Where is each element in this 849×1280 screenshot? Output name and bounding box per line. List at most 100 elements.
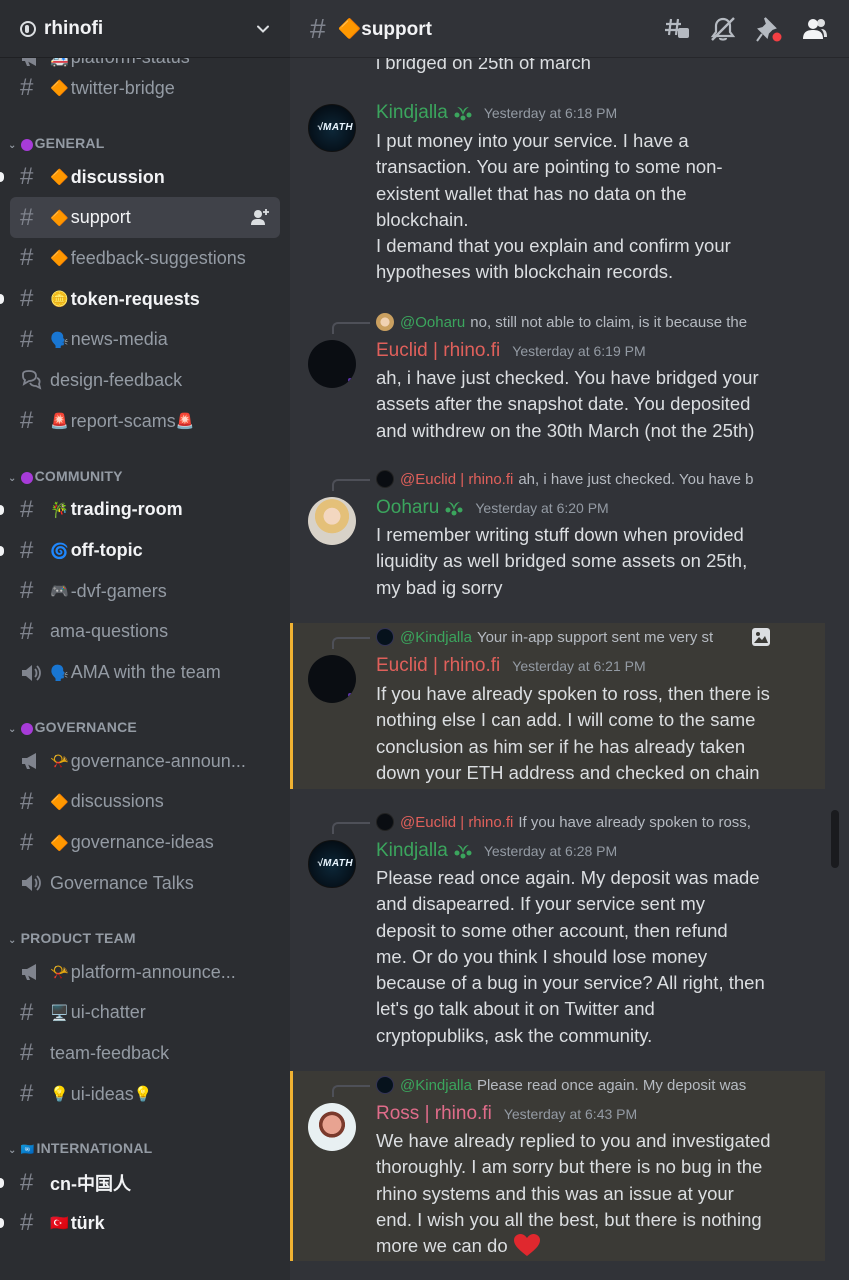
channel-title: 🔶support bbox=[337, 18, 432, 40]
category-international[interactable]: ⌄ 🇺🇳 INTERNATIONAL bbox=[0, 1114, 290, 1162]
reply-preview[interactable]: @Ooharu no, still not able to claim, is … bbox=[376, 312, 768, 332]
sidebar-item-ama-with-the-team[interactable]: 🗣️ AMA with the team bbox=[10, 652, 280, 693]
reply-avatar bbox=[376, 628, 394, 646]
hash-icon: # bbox=[20, 536, 34, 564]
author-name[interactable]: Kindjalla bbox=[376, 840, 448, 862]
sidebar-item-ui-chatter[interactable]: # 🖥️ ui-chatter bbox=[10, 992, 280, 1033]
reply-preview[interactable]: @Kindjalla Your in-app support sent me v… bbox=[376, 627, 771, 647]
sidebar-item-off-topic[interactable]: # 🌀 off-topic bbox=[0, 530, 280, 571]
scrollbar-thumb[interactable] bbox=[831, 810, 839, 868]
category-product-team[interactable]: ⌄ PRODUCT TEAM bbox=[0, 904, 290, 952]
sidebar-item-design-feedback[interactable]: design-feedback bbox=[10, 360, 280, 401]
hash-icon: # bbox=[20, 407, 34, 435]
channel-label: governance-announ... bbox=[70, 750, 246, 771]
avatar[interactable] bbox=[308, 1103, 356, 1151]
reply-preview[interactable]: @Euclid | rhino.fi If you have already s… bbox=[376, 812, 768, 832]
author-name[interactable]: Euclid | rhino.fi bbox=[376, 655, 500, 677]
sidebar-item-token-requests[interactable]: # 🪙 token-requests bbox=[0, 279, 280, 320]
author-name[interactable]: Euclid | rhino.fi bbox=[376, 340, 500, 362]
sidebar-item-report-scams[interactable]: # 🚨 report-scams 🚨 bbox=[10, 401, 280, 442]
sidebar-item-governance-ideas[interactable]: # 🔶 governance-ideas bbox=[10, 822, 280, 863]
message-body: I remember writing stuff down when provi… bbox=[376, 524, 748, 598]
channel-label: platform-announce... bbox=[70, 961, 236, 982]
category-label: PRODUCT TEAM bbox=[20, 929, 136, 946]
hash-icon: # bbox=[20, 163, 34, 191]
channel-sidebar: 🚑platform-status#🔶twitter-bridge⌄GENERAL… bbox=[0, 0, 290, 1280]
message-body: Please read once again. My deposit was m… bbox=[376, 867, 765, 1046]
avatar[interactable]: √MATH bbox=[308, 104, 356, 152]
sidebar-item-trading-room[interactable]: # 🎋 trading-room bbox=[0, 490, 280, 531]
hash-icon: # bbox=[20, 787, 34, 815]
avatar[interactable] bbox=[308, 340, 356, 388]
channel-label: design-feedback bbox=[50, 369, 183, 390]
hash-icon: # bbox=[20, 1080, 34, 1108]
sidebar-item-news-media[interactable]: # 🗣️ news-media bbox=[10, 319, 280, 360]
category-label: GOVERNANCE bbox=[34, 718, 137, 735]
chevron-down-icon: ⌄ bbox=[8, 723, 17, 735]
invite-icon[interactable] bbox=[250, 208, 270, 226]
message: @Ooharu no, still not able to claim, is … bbox=[290, 308, 825, 456]
voice-stage-icon bbox=[22, 664, 41, 681]
reply-avatar bbox=[376, 470, 394, 488]
channel-label: AMA with the team bbox=[70, 662, 221, 683]
sprout-badge-icon bbox=[454, 845, 472, 859]
reply-preview[interactable]: @Euclid | rhino.fi ah, i have just check… bbox=[376, 469, 768, 489]
chevron-down-icon[interactable] bbox=[256, 22, 270, 36]
category-community[interactable]: ⌄ COMMUNITY bbox=[0, 442, 290, 490]
sidebar-item-discussions[interactable]: # 🔶 discussions bbox=[10, 782, 280, 823]
mute-icon[interactable] bbox=[709, 15, 737, 43]
sidebar-item-ama-questions[interactable]: # ama-questions bbox=[10, 612, 280, 653]
message-mention-highlight: @Kindjalla Please read once again. My de… bbox=[290, 1071, 825, 1261]
channel-emoji: 📯 bbox=[50, 964, 69, 982]
channel-label: ui-chatter bbox=[70, 1002, 146, 1023]
sidebar-item-support[interactable]: # 🔶 support bbox=[10, 197, 280, 239]
reply-preview[interactable]: @Kindjalla Please read once again. My de… bbox=[376, 1075, 768, 1095]
author-name[interactable]: Ooharu bbox=[376, 497, 439, 519]
sidebar-item-discussion[interactable]: # 🔶 discussion bbox=[0, 157, 280, 198]
author-name[interactable]: Kindjalla bbox=[376, 102, 448, 124]
channel-label: türk bbox=[70, 1212, 105, 1233]
server-header[interactable]: rhinofi bbox=[0, 0, 290, 58]
forum-icon bbox=[22, 370, 42, 391]
sidebar-item-t-rk[interactable]: # 🇹🇷 türk bbox=[0, 1203, 280, 1244]
author-name[interactable]: Ross | rhino.fi bbox=[376, 1103, 492, 1125]
hash-icon: # bbox=[20, 1209, 34, 1237]
category-label: COMMUNITY bbox=[34, 467, 123, 484]
channel-emoji: 🗣️ bbox=[50, 664, 69, 682]
sidebar-item-ui-ideas[interactable]: # 💡 ui-ideas 💡 bbox=[10, 1074, 280, 1115]
sidebar-item-cn--[interactable]: # cn-中国人 bbox=[0, 1162, 280, 1203]
avatar[interactable]: √MATH bbox=[308, 840, 356, 888]
channel-emoji-suffix: 🚨 bbox=[175, 413, 195, 431]
message-body: We have already replied to you and inves… bbox=[376, 1130, 771, 1257]
channel-emoji: 🪙 bbox=[50, 291, 69, 309]
sidebar-item-team-feedback[interactable]: # team-feedback bbox=[10, 1033, 280, 1074]
sidebar-item-governance-announ-[interactable]: 📯 governance-announ... bbox=[10, 741, 280, 782]
timestamp: Yesterday at 6:19 PM bbox=[512, 343, 646, 359]
channel-emoji: 🔶 bbox=[50, 80, 69, 98]
avatar[interactable] bbox=[308, 497, 356, 545]
message-body: If you have already spoken to ross, then… bbox=[376, 683, 770, 783]
sidebar-item-twitter-bridge[interactable]: # 🔶 twitter-bridge bbox=[10, 68, 280, 109]
sidebar-item-feedback-suggestions[interactable]: # 🔶 feedback-suggestions bbox=[10, 238, 280, 279]
channel-emoji: 💡 bbox=[50, 1086, 69, 1104]
sidebar-item--dvf-gamers[interactable]: # 🎮 -dvf-gamers bbox=[10, 571, 280, 612]
avatar[interactable] bbox=[308, 655, 356, 703]
locked-channel-icon: # bbox=[20, 285, 34, 313]
message-body: ah, i have just checked. You have bridge… bbox=[376, 367, 759, 441]
threads-icon[interactable] bbox=[663, 15, 691, 43]
category-general[interactable]: ⌄ GENERAL bbox=[0, 109, 290, 157]
reply-avatar bbox=[376, 1076, 394, 1094]
channel-label: discussions bbox=[70, 791, 164, 812]
sidebar-item-governance-talks[interactable]: Governance Talks bbox=[10, 863, 280, 904]
image-icon bbox=[752, 628, 770, 646]
members-icon[interactable] bbox=[801, 15, 829, 43]
channel-label: off-topic bbox=[70, 540, 143, 561]
pin-icon[interactable] bbox=[755, 15, 783, 43]
category-governance[interactable]: ⌄ GOVERNANCE bbox=[0, 693, 290, 741]
sidebar-item-platform-announce-[interactable]: 📯 platform-announce... bbox=[10, 952, 280, 993]
hash-icon: # bbox=[20, 1039, 34, 1067]
channel-label: support bbox=[70, 207, 131, 228]
channel-label: governance-ideas bbox=[70, 832, 214, 853]
channel-emoji: 🎋 bbox=[50, 501, 69, 519]
timestamp: Yesterday at 6:20 PM bbox=[475, 500, 609, 516]
